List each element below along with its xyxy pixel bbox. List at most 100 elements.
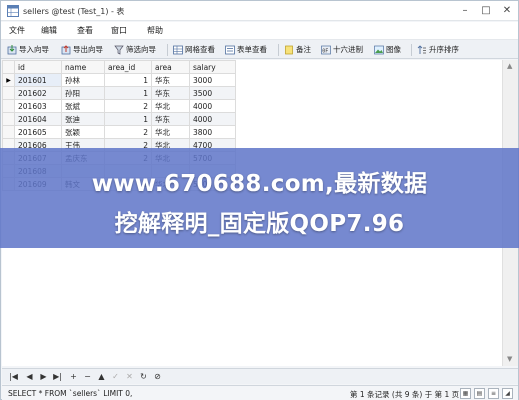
form-view-label: 表单查看 <box>237 45 267 54</box>
title-bar: sellers @test (Test_1) - 表 – □ ✕ <box>1 1 518 21</box>
cell-name[interactable]: 张迪 <box>61 112 105 126</box>
cell-id[interactable]: 201604 <box>14 112 62 126</box>
record-info: 第 1 条记录 (共 9 条) 于 第 1 页 <box>350 390 460 399</box>
delete-record-icon[interactable]: − <box>82 371 93 382</box>
table-row[interactable]: 201603 张斌 2 华北 4000 <box>2 99 236 113</box>
toolbar-divider <box>278 44 279 56</box>
column-header-id[interactable]: id <box>14 60 62 74</box>
cell-salary[interactable]: 3800 <box>189 125 236 139</box>
menu-bar: 文件 编辑 查看 窗口 帮助 <box>1 22 518 39</box>
scroll-down-icon[interactable]: ▼ <box>507 355 512 363</box>
cell-id[interactable]: 201605 <box>14 125 62 139</box>
menu-file[interactable]: 文件 <box>9 25 25 36</box>
grid-mode-icon[interactable]: ▦ <box>460 388 471 399</box>
row-indicator-header <box>2 60 15 74</box>
minimize-icon[interactable]: – <box>454 1 476 20</box>
cell-area[interactable]: 华北 <box>151 125 190 139</box>
move-up-icon[interactable]: ▲ <box>96 371 107 382</box>
discard-changes-icon[interactable]: ✕ <box>124 371 135 382</box>
sql-statement: SELECT * FROM `sellers` LIMIT 0, <box>8 389 133 398</box>
cell-area[interactable]: 华东 <box>151 112 190 126</box>
column-header-name[interactable]: name <box>61 60 105 74</box>
first-record-icon[interactable]: |◀ <box>8 371 19 382</box>
column-header-area-id[interactable]: area_id <box>104 60 152 74</box>
resize-grip-icon[interactable]: ◢ <box>502 388 513 399</box>
note-button[interactable]: 备注 <box>284 43 311 56</box>
menu-window[interactable]: 窗口 <box>111 25 127 36</box>
filter-wizard-label: 筛选向导 <box>126 45 156 54</box>
cell-area-id[interactable]: 1 <box>104 112 152 126</box>
cell-area-id[interactable]: 2 <box>104 125 152 139</box>
sort-ascending-button[interactable]: 升序排序 <box>417 43 459 56</box>
filter-wizard-button[interactable]: 筛选向导 <box>114 43 156 56</box>
table-row[interactable]: 201605 张颖 2 华北 3800 <box>2 125 236 139</box>
export-icon <box>61 44 71 54</box>
image-icon <box>374 45 384 54</box>
import-wizard-button[interactable]: 导入向导 <box>7 43 49 56</box>
hex-button[interactable]: 0F 十六进制 <box>321 43 363 56</box>
note-icon <box>285 45 293 54</box>
row-indicator[interactable]: ▶ <box>2 73 15 87</box>
row-indicator[interactable] <box>2 99 15 113</box>
cell-area-id[interactable]: 2 <box>104 99 152 113</box>
table-row[interactable]: 201604 张迪 1 华东 4000 <box>2 112 236 126</box>
apply-changes-icon[interactable]: ✓ <box>110 371 121 382</box>
column-header-area[interactable]: area <box>151 60 190 74</box>
table-row[interactable]: ▶ 201601 孙林 1 华东 3000 <box>2 73 236 87</box>
cell-id[interactable]: 201601 <box>14 73 62 87</box>
hex-icon: 0F <box>321 45 331 54</box>
row-indicator[interactable] <box>2 125 15 139</box>
header-row: id name area_id area salary <box>2 60 236 74</box>
next-record-icon[interactable]: ▶ <box>38 371 49 382</box>
row-indicator[interactable] <box>2 112 15 126</box>
text-mode-icon[interactable]: ≡ <box>488 388 499 399</box>
cell-id[interactable]: 201603 <box>14 99 62 113</box>
cell-salary[interactable]: 3000 <box>189 73 236 87</box>
close-icon[interactable]: ✕ <box>496 1 518 20</box>
maximize-icon[interactable]: □ <box>475 1 497 20</box>
cell-salary[interactable]: 4000 <box>189 99 236 113</box>
cell-id[interactable]: 201602 <box>14 86 62 100</box>
menu-view[interactable]: 查看 <box>77 25 93 36</box>
cell-area-id[interactable]: 1 <box>104 73 152 87</box>
form-view-button[interactable]: 表单查看 <box>225 43 267 56</box>
svg-text:0F: 0F <box>322 48 328 54</box>
row-indicator[interactable] <box>2 86 15 100</box>
menu-help[interactable]: 帮助 <box>147 25 163 36</box>
cell-name[interactable]: 张颖 <box>61 125 105 139</box>
column-header-salary[interactable]: salary <box>189 60 236 74</box>
window-title: sellers @test (Test_1) - 表 <box>23 7 125 16</box>
banner-text-line-2: 挖解释明_固定版QOP7.96 <box>114 211 405 237</box>
banner-text-line-1: www.670688.com,最新数据 <box>91 171 428 197</box>
scroll-up-icon[interactable]: ▲ <box>507 62 512 70</box>
export-wizard-label: 导出向导 <box>73 45 103 54</box>
last-record-icon[interactable]: ▶| <box>52 371 63 382</box>
menu-edit[interactable]: 编辑 <box>41 25 57 36</box>
add-record-icon[interactable]: + <box>68 371 79 382</box>
cell-area-id[interactable]: 1 <box>104 86 152 100</box>
cell-name[interactable]: 孙阳 <box>61 86 105 100</box>
filter-icon <box>114 45 124 55</box>
table-row[interactable]: 201602 孙阳 1 华东 3500 <box>2 86 236 100</box>
stop-icon[interactable]: ⊘ <box>152 371 163 382</box>
form-view-icon <box>225 45 235 54</box>
cell-area[interactable]: 华东 <box>151 86 190 100</box>
grid-view-icon <box>173 45 183 54</box>
previous-record-icon[interactable]: ◀ <box>24 371 35 382</box>
export-wizard-button[interactable]: 导出向导 <box>61 43 103 56</box>
grid-view-button[interactable]: 网格查看 <box>173 43 215 56</box>
toolbar-divider <box>167 44 168 56</box>
cell-name[interactable]: 张斌 <box>61 99 105 113</box>
cell-area[interactable]: 华北 <box>151 99 190 113</box>
watermark-banner: www.670688.com,最新数据 挖解释明_固定版QOP7.96 <box>0 148 519 248</box>
image-button[interactable]: 图像 <box>374 43 401 56</box>
cell-name[interactable]: 孙林 <box>61 73 105 87</box>
cell-area[interactable]: 华东 <box>151 73 190 87</box>
import-icon <box>7 44 17 54</box>
refresh-icon[interactable]: ↻ <box>138 371 149 382</box>
sort-ascending-label: 升序排序 <box>429 45 459 54</box>
cell-salary[interactable]: 4000 <box>189 112 236 126</box>
cell-salary[interactable]: 3500 <box>189 86 236 100</box>
image-label: 图像 <box>386 45 401 54</box>
form-mode-icon[interactable]: ▤ <box>474 388 485 399</box>
